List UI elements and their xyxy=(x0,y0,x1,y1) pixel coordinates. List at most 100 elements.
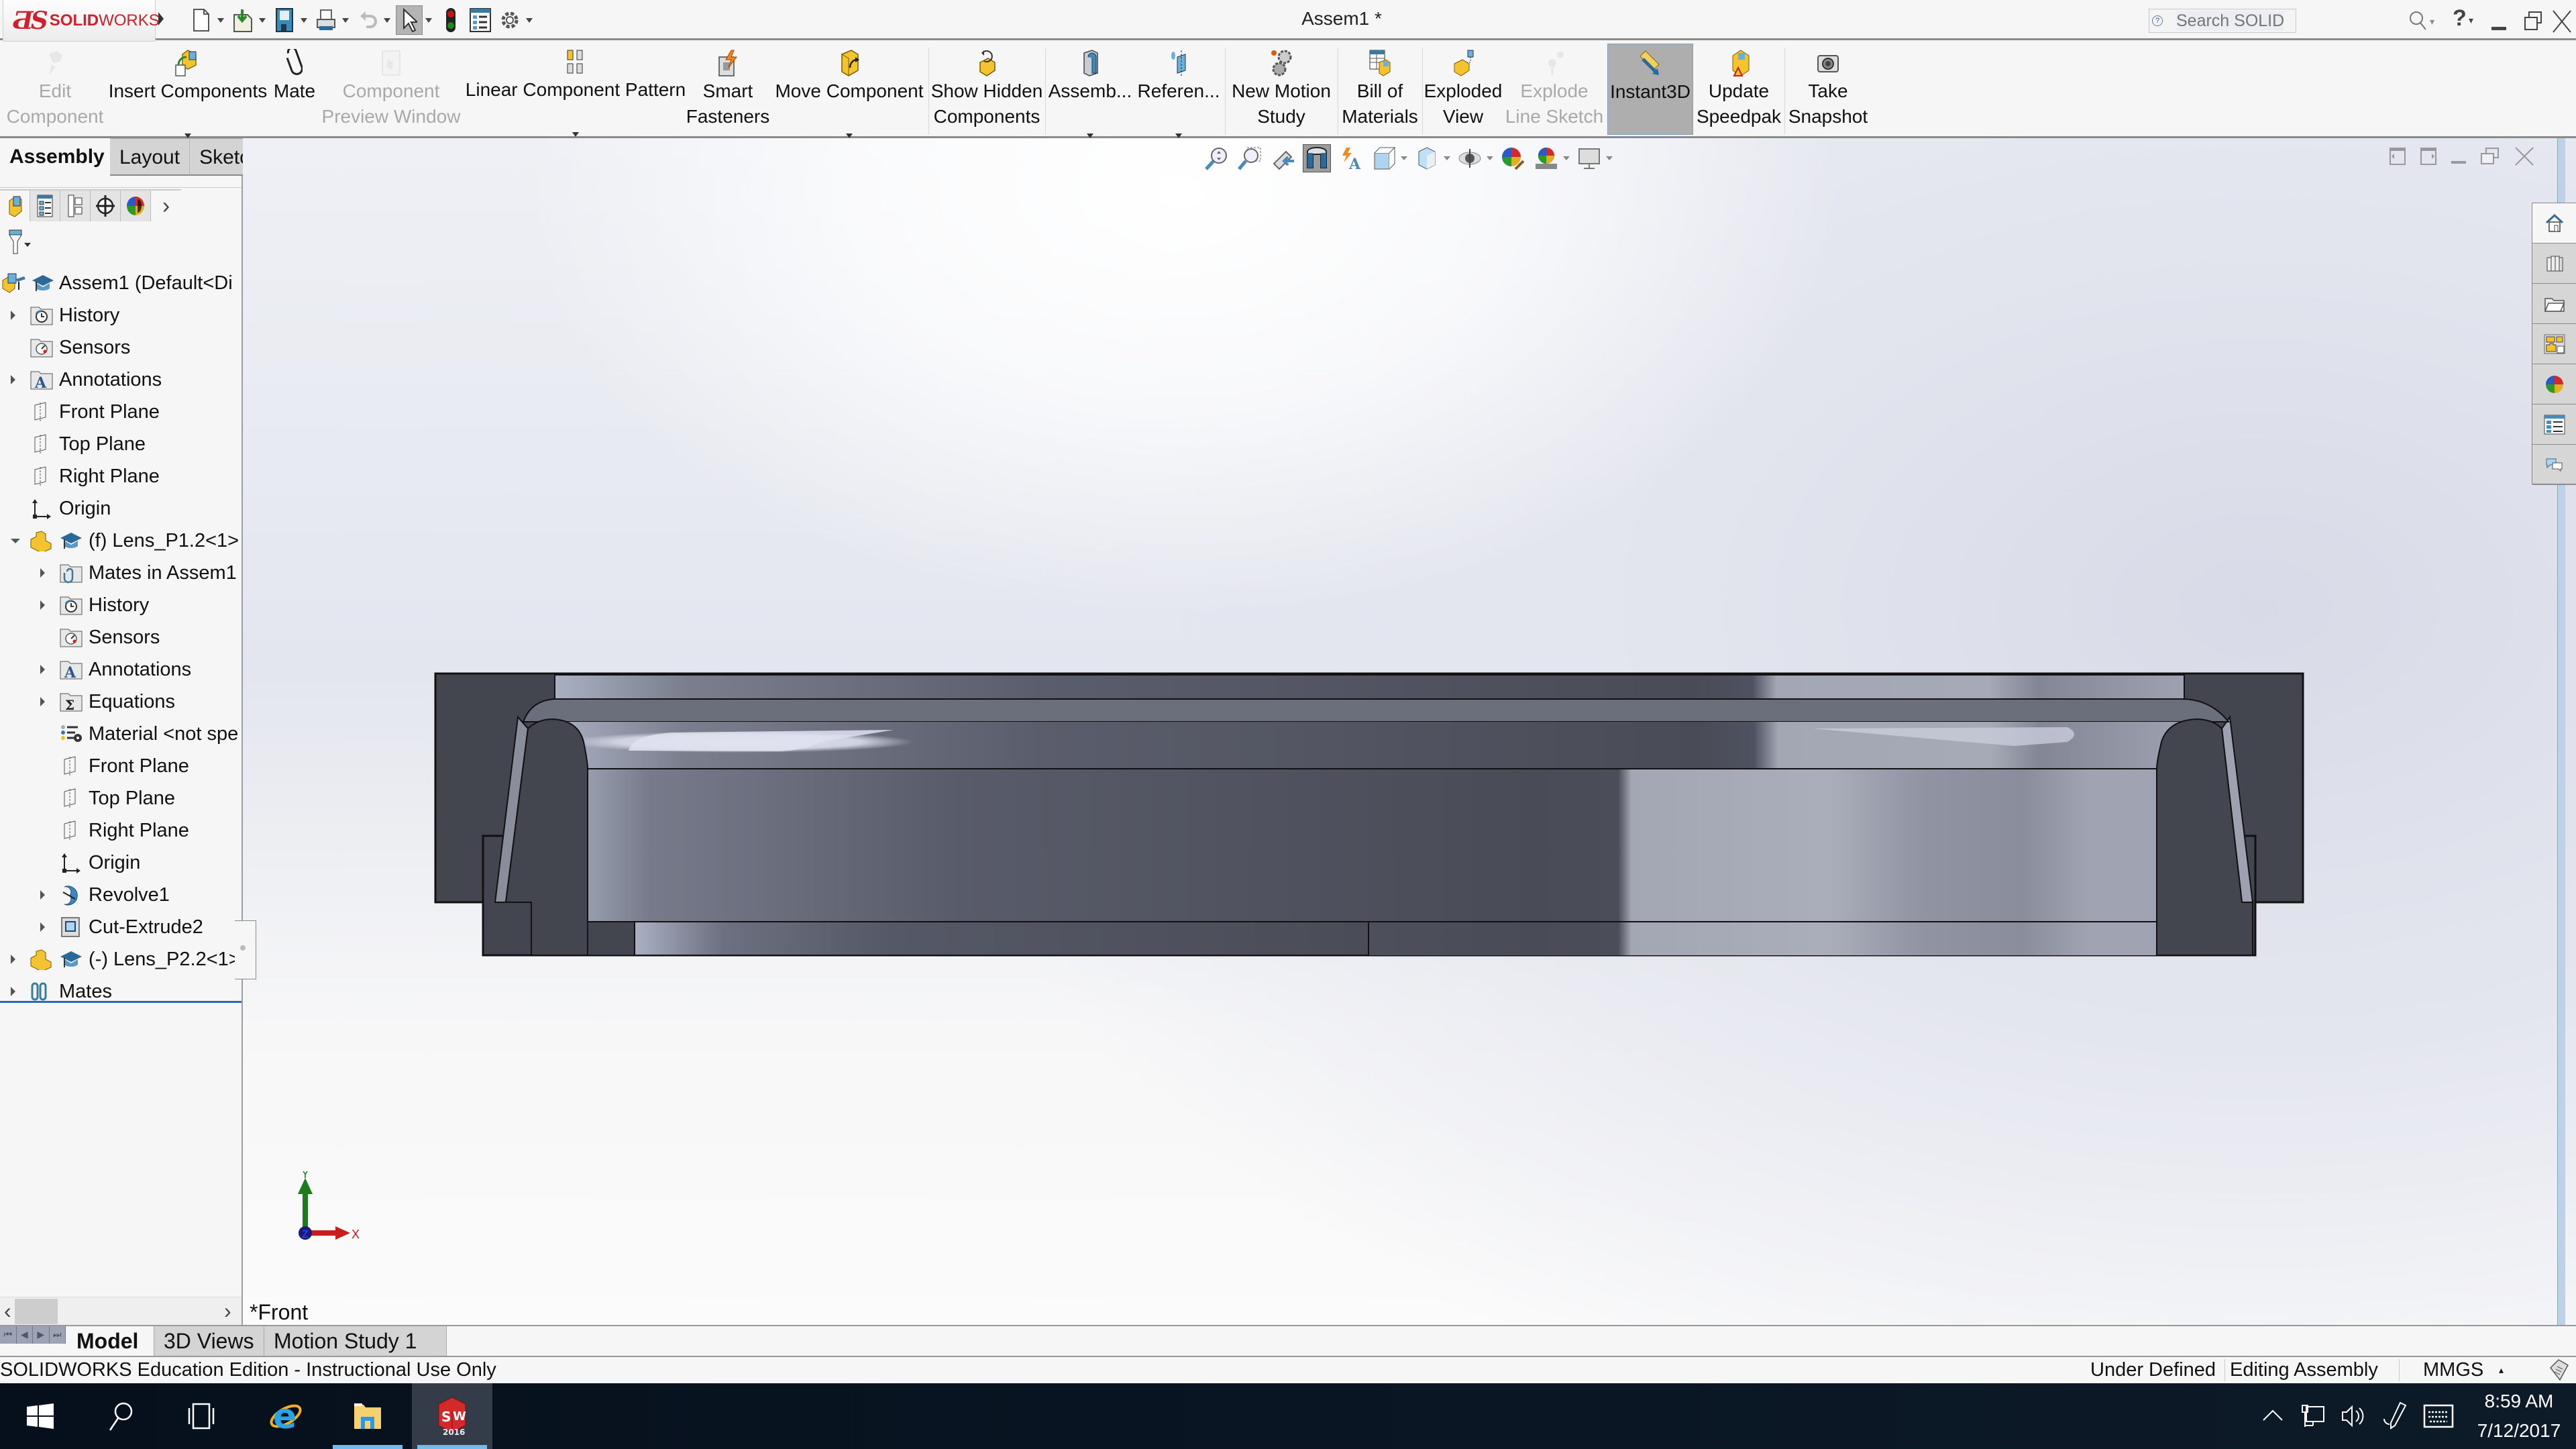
rebuild-button[interactable] xyxy=(437,5,464,35)
tree-node[interactable]: Right Plane xyxy=(0,460,241,492)
task-pane-forum[interactable] xyxy=(2532,445,2576,485)
panel-splitter[interactable] xyxy=(0,176,241,188)
expand-caret-icon[interactable] xyxy=(40,697,45,706)
feature-tree-filter[interactable] xyxy=(8,229,31,258)
help-search-box[interactable]: ? xyxy=(2149,9,2296,33)
last-tab-icon[interactable]: ⏭ xyxy=(50,1326,66,1344)
menu-expand-arrow-icon[interactable] xyxy=(158,12,164,25)
tab-configuration-manager[interactable] xyxy=(60,191,91,221)
next-tab-icon[interactable]: ▶ xyxy=(33,1326,50,1344)
bill-of-materials-button[interactable]: Bill of Materials xyxy=(1339,44,1421,135)
tree-node[interactable]: Right Plane xyxy=(0,814,241,847)
restore-icon[interactable] xyxy=(2524,11,2542,31)
touch-keyboard-icon[interactable] xyxy=(2423,1403,2454,1430)
undo-button[interactable] xyxy=(354,5,381,35)
help-search-input[interactable] xyxy=(2176,11,2284,31)
tree-node[interactable]: Mates in Assem1 xyxy=(0,557,241,589)
tree-node[interactable]: Revolve1 xyxy=(0,879,241,911)
tab-motion-study-1[interactable]: Motion Study 1 xyxy=(264,1326,447,1356)
options-dropdown-icon[interactable] xyxy=(526,17,533,23)
assembly-features-dropdown-icon[interactable] xyxy=(1087,133,1093,138)
tab-assembly[interactable]: Assembly xyxy=(0,138,110,176)
volume-icon[interactable] xyxy=(2340,1403,2367,1430)
tag-icon[interactable] xyxy=(2546,1358,2571,1383)
open-dropdown-icon[interactable] xyxy=(259,17,266,23)
network-icon[interactable] xyxy=(2300,1403,2326,1430)
tree-node[interactable]: (-) Lens_P2.2<1> xyxy=(0,943,241,975)
tree-node[interactable]: History xyxy=(0,589,241,621)
tree-node[interactable]: Origin xyxy=(0,847,241,879)
task-pane-custom-properties[interactable] xyxy=(2532,405,2576,445)
taskbar-clock[interactable]: 8:59 AM 7/12/2017 xyxy=(2469,1387,2569,1446)
start-button[interactable] xyxy=(0,1383,80,1449)
reference-geometry-dropdown-icon[interactable] xyxy=(1175,133,1182,138)
solidworks-taskbar-button[interactable]: S W 2016 xyxy=(412,1383,492,1449)
task-pane-solidworks-resources[interactable] xyxy=(2532,203,2576,244)
tree-node[interactable]: A Annotations xyxy=(0,364,241,396)
collapse-caret-icon[interactable] xyxy=(11,538,20,543)
exploded-view-button[interactable]: Exploded View xyxy=(1424,44,1503,135)
tab-3d-views[interactable]: 3D Views xyxy=(154,1326,264,1356)
scroll-right-icon[interactable]: › xyxy=(224,1299,231,1324)
tree-node[interactable]: Sensors xyxy=(0,331,241,364)
expand-caret-icon[interactable] xyxy=(40,665,45,674)
tab-dimxpert-manager[interactable] xyxy=(91,191,121,221)
new-document-button[interactable] xyxy=(188,5,215,35)
edit-component-button[interactable]: Edit Component xyxy=(3,44,107,135)
show-hidden-icons-chevron[interactable] xyxy=(2259,1403,2286,1430)
select-button[interactable] xyxy=(396,5,423,35)
task-pane-file-explorer[interactable] xyxy=(2532,284,2576,324)
tree-node[interactable]: Top Plane xyxy=(0,428,241,460)
task-view-button[interactable] xyxy=(161,1383,241,1449)
internet-explorer-button[interactable]: e xyxy=(246,1383,326,1449)
save-button[interactable] xyxy=(271,5,298,35)
units-dropdown-icon[interactable]: ▴ xyxy=(2499,1357,2504,1383)
more-tabs-chevron-icon[interactable]: › xyxy=(151,191,181,221)
task-pane-design-library[interactable] xyxy=(2532,244,2576,284)
help-button[interactable]: ? xyxy=(2453,5,2467,32)
instant3d-button[interactable]: Instant3D xyxy=(1607,44,1693,135)
take-snapshot-button[interactable]: Take Snapshot xyxy=(1786,44,1870,135)
prev-tab-icon[interactable]: ◀ xyxy=(17,1326,33,1344)
search-dropdown-icon[interactable]: ▾ xyxy=(2430,16,2434,28)
expand-caret-icon[interactable] xyxy=(11,375,15,384)
tab-model[interactable]: Model xyxy=(67,1326,154,1356)
linear-component-pattern-button[interactable]: Linear Component Pattern xyxy=(462,44,690,137)
tree-flyout-handle[interactable] xyxy=(235,920,256,979)
new-motion-study-button[interactable]: New Motion Study xyxy=(1226,44,1336,135)
assembly-features-button[interactable]: Assemb... xyxy=(1046,44,1134,138)
show-hidden-components-button[interactable]: Show Hidden Components xyxy=(930,44,1044,135)
scroll-left-icon[interactable]: ‹ xyxy=(4,1299,11,1324)
search-button[interactable] xyxy=(80,1383,161,1449)
insert-components-dropdown-icon[interactable] xyxy=(184,133,191,138)
tree-node[interactable]: Cut-Extrude2 xyxy=(0,911,241,943)
tree-node[interactable]: History xyxy=(0,299,241,331)
save-dropdown-icon[interactable] xyxy=(301,17,307,23)
expand-caret-icon[interactable] xyxy=(40,568,45,578)
print-button[interactable] xyxy=(313,5,339,35)
first-tab-icon[interactable]: ⏮ xyxy=(0,1326,17,1344)
expand-caret-icon[interactable] xyxy=(40,600,45,610)
rollback-bar[interactable] xyxy=(0,1001,241,1003)
help-dropdown-icon[interactable]: ▾ xyxy=(2469,15,2473,26)
explode-line-sketch-button[interactable]: Explode Line Sketch xyxy=(1504,44,1605,135)
tab-feature-manager[interactable] xyxy=(0,191,30,221)
solidworks-logo[interactable]: ƋS SOLID WORKS xyxy=(3,0,160,42)
move-component-dropdown-icon[interactable] xyxy=(846,133,853,138)
scrollbar-thumb[interactable] xyxy=(15,1299,58,1324)
task-pane-view-palette[interactable] xyxy=(2532,324,2576,364)
undo-dropdown-icon[interactable] xyxy=(384,17,390,23)
tree-node[interactable]: Front Plane xyxy=(0,750,241,782)
options-button[interactable] xyxy=(496,5,523,35)
feature-tree-horizontal-scrollbar[interactable]: ‹ › xyxy=(0,1297,241,1325)
move-component-button[interactable]: Move Component xyxy=(769,44,930,138)
close-icon[interactable] xyxy=(2552,9,2572,34)
expand-caret-icon[interactable] xyxy=(11,311,15,320)
print-dropdown-icon[interactable] xyxy=(342,17,349,23)
select-dropdown-icon[interactable] xyxy=(425,17,432,23)
expand-caret-icon[interactable] xyxy=(11,987,15,996)
search-icon[interactable] xyxy=(2409,11,2428,31)
tree-node[interactable]: Assem1 (Default<Di xyxy=(0,267,241,299)
tree-node[interactable]: Sensors xyxy=(0,621,241,653)
task-pane-appearances[interactable] xyxy=(2532,364,2576,405)
